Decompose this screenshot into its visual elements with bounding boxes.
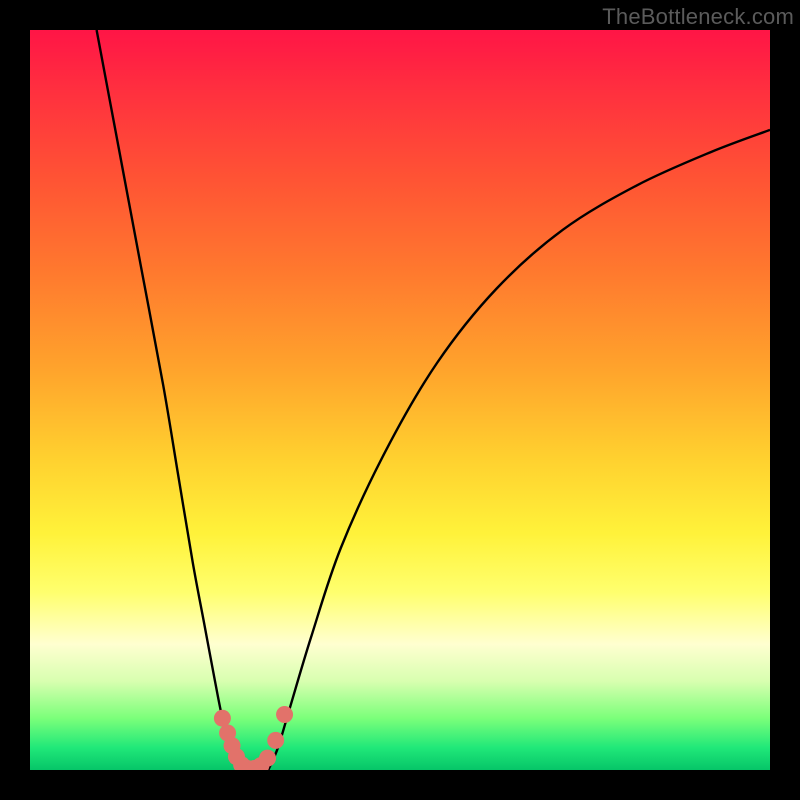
valley-marker	[259, 750, 276, 767]
valley-marker	[267, 732, 284, 749]
curve-layer	[30, 30, 770, 770]
valley-marker	[214, 710, 231, 727]
chart-frame: TheBottleneck.com	[0, 0, 800, 800]
right-branch-curve	[268, 130, 770, 770]
plot-area	[30, 30, 770, 770]
left-branch-curve	[97, 30, 240, 770]
valley-marker	[276, 706, 293, 723]
valley-markers	[214, 706, 293, 770]
watermark-text: TheBottleneck.com	[602, 4, 794, 30]
